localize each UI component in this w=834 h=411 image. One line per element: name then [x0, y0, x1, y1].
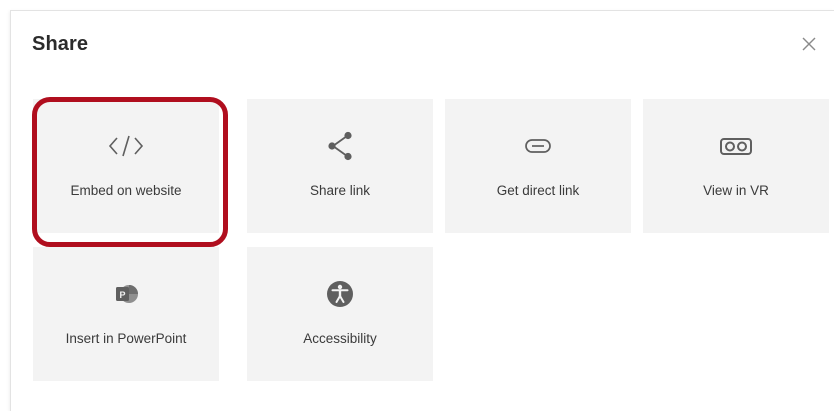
tile-label: Share link [309, 183, 371, 198]
close-icon [802, 37, 816, 51]
tile-label: Insert in PowerPoint [65, 331, 187, 346]
get-direct-link-button[interactable]: Get direct link [445, 99, 631, 233]
share-link-button[interactable]: Share link [247, 99, 433, 233]
share-icon [320, 129, 360, 163]
svg-text:P: P [119, 290, 125, 300]
powerpoint-icon: P [106, 277, 146, 311]
accessibility-button[interactable]: Accessibility [247, 247, 433, 381]
accessibility-icon [320, 277, 360, 311]
vr-headset-icon [716, 129, 756, 163]
link-icon [518, 129, 558, 163]
tile-label: Get direct link [496, 183, 580, 198]
tile-label: Accessibility [303, 331, 377, 346]
insert-in-powerpoint-button[interactable]: P Insert in PowerPoint [33, 247, 219, 381]
share-dialog: Share Embed on website Share link Get di… [10, 10, 834, 411]
dialog-title: Share [32, 33, 89, 55]
close-button[interactable] [798, 33, 820, 55]
view-in-vr-button[interactable]: View in VR [643, 99, 829, 233]
tile-label: View in VR [703, 183, 769, 198]
embed-highlight-outline [32, 97, 228, 247]
